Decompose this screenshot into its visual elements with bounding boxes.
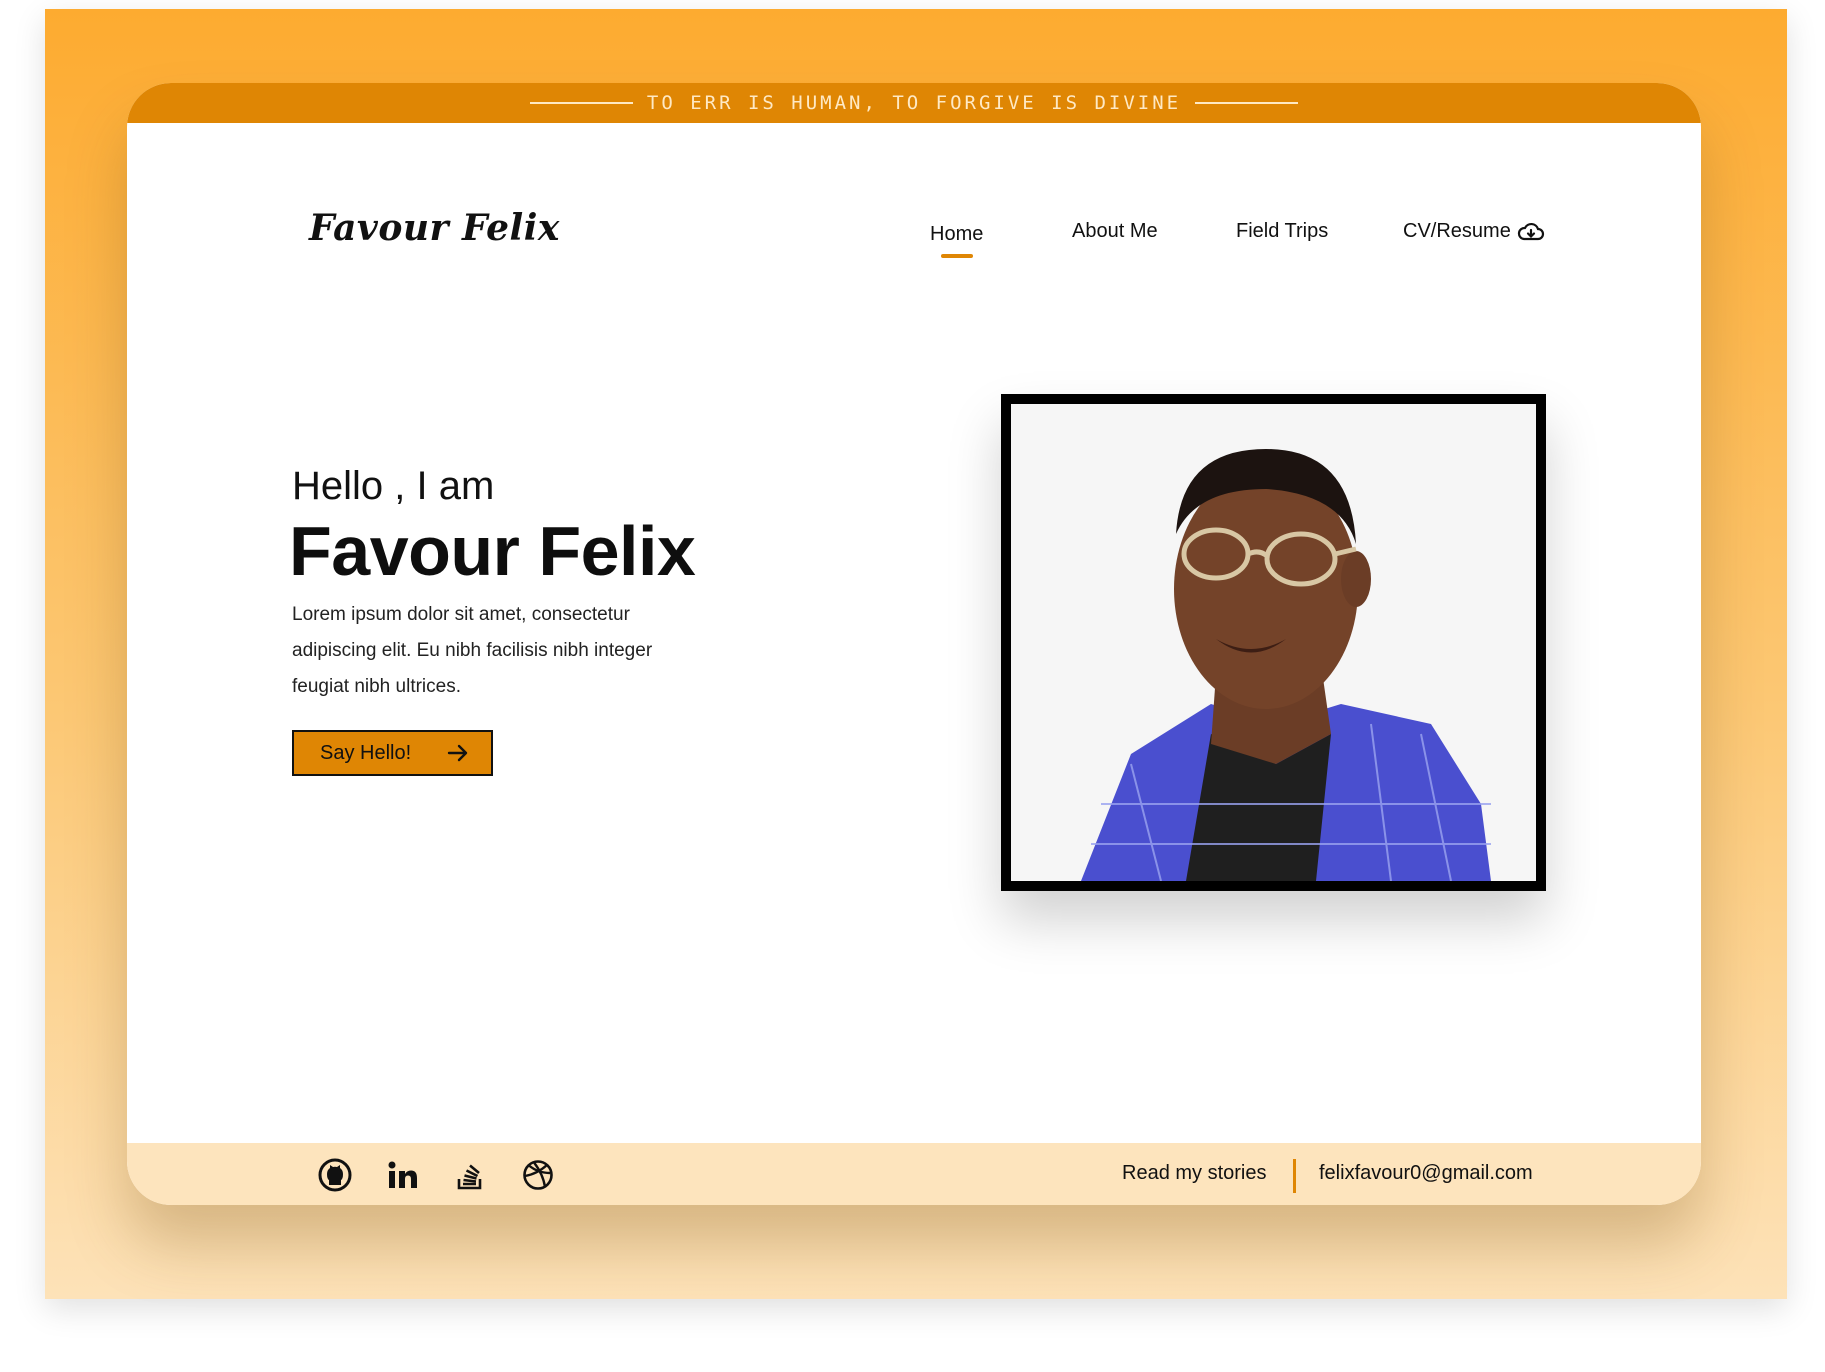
- read-stories-link[interactable]: Read my stories: [1122, 1162, 1267, 1185]
- banner-line-left: [529, 102, 633, 104]
- nav-cv-label: CV/Resume: [1403, 220, 1511, 242]
- portrait-image: [1011, 404, 1536, 881]
- nav-about-me[interactable]: About Me: [1072, 220, 1158, 243]
- quote-banner: TO ERR IS HUMAN, TO FORGIVE IS DIVINE: [127, 83, 1701, 123]
- footer-divider: [1293, 1159, 1296, 1193]
- site-footer: Read my stories felixfavour0@gmail.com: [127, 1143, 1701, 1205]
- nav-field-trips[interactable]: Field Trips: [1236, 220, 1328, 243]
- website-card: TO ERR IS HUMAN, TO FORGIVE IS DIVINE Fa…: [127, 83, 1701, 1205]
- profile-photo: [1001, 394, 1546, 891]
- dribbble-icon[interactable]: [520, 1157, 556, 1193]
- banner-line-right: [1195, 102, 1299, 104]
- hero-greeting: Hello , I am: [292, 464, 495, 508]
- site-logo[interactable]: Favour Felix: [309, 207, 560, 249]
- say-hello-button[interactable]: Say Hello!: [292, 730, 493, 776]
- arrow-right-icon: [447, 744, 468, 762]
- say-hello-label: Say Hello!: [320, 741, 412, 764]
- github-icon[interactable]: [317, 1157, 353, 1193]
- linkedin-icon[interactable]: [385, 1157, 421, 1193]
- nav-home[interactable]: Home: [930, 223, 983, 246]
- stack-overflow-icon[interactable]: [452, 1157, 488, 1193]
- hero-name: Favour Felix: [289, 512, 696, 590]
- nav-cv-resume[interactable]: CV/Resume: [1403, 220, 1545, 243]
- portrait-ear: [1341, 551, 1371, 607]
- active-nav-indicator: [941, 254, 973, 258]
- cloud-download-icon: [1517, 222, 1544, 240]
- email-link[interactable]: felixfavour0@gmail.com: [1319, 1162, 1533, 1185]
- banner-quote: TO ERR IS HUMAN, TO FORGIVE IS DIVINE: [646, 92, 1182, 114]
- hero-intro: Lorem ipsum dolor sit amet, consectetur …: [292, 604, 653, 697]
